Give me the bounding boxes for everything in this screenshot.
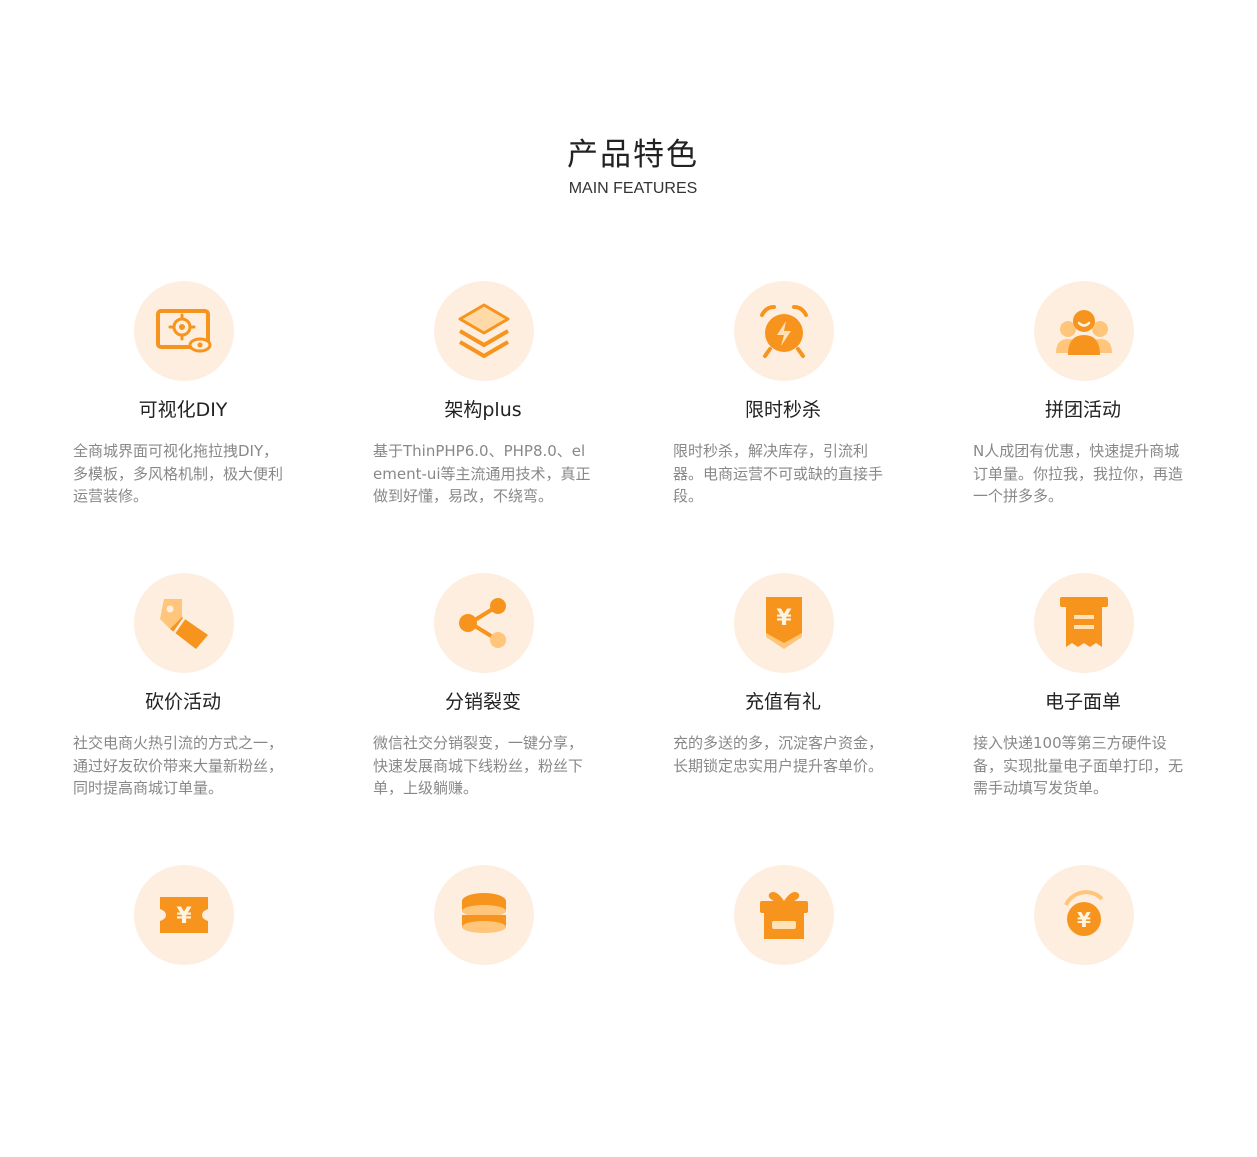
receipt-icon bbox=[1060, 597, 1108, 647]
svg-text:¥: ¥ bbox=[1077, 908, 1091, 932]
feature-card-group-buy: 拼团活动 N人成团有优惠，快速提升商城订单量。你拉我，我拉你，再造一个拼多多。 bbox=[973, 281, 1257, 573]
section-title: 产品特色 bbox=[567, 137, 699, 173]
feature-icon-wrap bbox=[734, 281, 834, 381]
group-users-icon bbox=[1056, 310, 1112, 355]
feature-card-cashback: ¥ bbox=[973, 865, 1257, 1157]
feature-card-distribution: 分销裂变 微信社交分销裂变，一键分享，快速发展商城下线粉丝，粉丝下单，上级躺赚。 bbox=[373, 573, 673, 865]
feature-title: 分销裂变 bbox=[444, 691, 521, 713]
feature-desc: 微信社交分销裂变，一键分享，快速发展商城下线粉丝，粉丝下单，上级躺赚。 bbox=[373, 734, 584, 797]
feature-icon-wrap bbox=[1034, 281, 1134, 381]
feature-card-coupon: ¥ bbox=[73, 865, 373, 1157]
layers-icon bbox=[458, 303, 510, 358]
feature-desc: 接入快递100等第三方硬件设备，实现批量电子面单打印，无需手动填写发货单。 bbox=[973, 734, 1184, 797]
feature-desc: N人成团有优惠，快速提升商城订单量。你拉我，我拉你，再造一个拼多多。 bbox=[973, 442, 1184, 505]
svg-text:¥: ¥ bbox=[176, 904, 192, 929]
svg-text:¥: ¥ bbox=[776, 606, 792, 631]
yuan-badge-icon: ¥ bbox=[766, 597, 802, 649]
coin-stack-icon bbox=[462, 893, 506, 933]
feature-card-flash-sale: 限时秒杀 限时秒杀，解决库存，引流利器。电商运营不可或缺的直接手段。 bbox=[673, 281, 973, 573]
monitor-gear-icon bbox=[156, 309, 212, 353]
feature-icon-wrap bbox=[1034, 573, 1134, 673]
feature-card-gift bbox=[673, 865, 973, 1157]
feature-icon-wrap bbox=[434, 865, 534, 965]
feature-desc: 限时秒杀，解决库存，引流利器。电商运营不可或缺的直接手段。 bbox=[673, 442, 884, 505]
feature-title: 砍价活动 bbox=[144, 691, 221, 713]
feature-title: 电子面单 bbox=[1044, 691, 1121, 713]
feature-desc: 充的多送的多，沉淀客户资金，长期锁定忠实用户提升客单价。 bbox=[673, 734, 884, 775]
section-header: 产品特色 MAIN FEATURES bbox=[0, 132, 1257, 200]
feature-title: 限时秒杀 bbox=[744, 399, 821, 421]
price-tag-icon bbox=[160, 599, 208, 649]
feature-title: 拼团活动 bbox=[1044, 399, 1121, 421]
feature-icon-wrap bbox=[734, 865, 834, 965]
feature-title: 架构plus bbox=[444, 399, 522, 421]
feature-icon-wrap bbox=[134, 573, 234, 673]
alarm-clock-icon bbox=[760, 305, 808, 358]
feature-card-recharge: ¥ 充值有礼 充的多送的多，沉淀客户资金，长期锁定忠实用户提升客单价。 bbox=[673, 573, 973, 865]
feature-card-bargain: 砍价活动 社交电商火热引流的方式之一，通过好友砍价带来大量新粉丝，同时提高商城订… bbox=[73, 573, 373, 865]
feature-icon-wrap bbox=[434, 281, 534, 381]
section-subtitle: MAIN FEATURES bbox=[568, 180, 698, 197]
feature-icon-wrap: ¥ bbox=[1034, 865, 1134, 965]
feature-card-points bbox=[373, 865, 673, 1157]
feature-card-e-waybill: 电子面单 接入快递100等第三方硬件设备，实现批量电子面单打印，无需手动填写发货… bbox=[973, 573, 1257, 865]
yuan-coin-icon: ¥ bbox=[1064, 890, 1104, 936]
feature-title: 充值有礼 bbox=[744, 691, 821, 713]
feature-icon-wrap: ¥ bbox=[134, 865, 234, 965]
gift-box-icon bbox=[760, 892, 808, 939]
feature-desc: 社交电商火热引流的方式之一，通过好友砍价带来大量新粉丝，同时提高商城订单量。 bbox=[73, 734, 284, 797]
feature-desc: 全商城界面可视化拖拉拽DIY，多模板，多风格机制，极大便利运营装修。 bbox=[73, 442, 284, 505]
feature-desc: 基于ThinPHP6.0、PHP8.0、element-ui等主流通用技术，真正… bbox=[373, 442, 591, 505]
feature-title: 可视化DIY bbox=[138, 399, 228, 421]
share-icon bbox=[459, 598, 506, 648]
feature-card-architecture: 架构plus 基于ThinPHP6.0、PHP8.0、element-ui等主流… bbox=[373, 281, 673, 573]
feature-icon-wrap bbox=[134, 281, 234, 381]
features-grid: 可视化DIY 全商城界面可视化拖拉拽DIY，多模板，多风格机制，极大便利运营装修… bbox=[73, 281, 1257, 1157]
yuan-coupon-icon: ¥ bbox=[160, 897, 208, 933]
feature-icon-wrap: ¥ bbox=[734, 573, 834, 673]
feature-card-visual-diy: 可视化DIY 全商城界面可视化拖拉拽DIY，多模板，多风格机制，极大便利运营装修… bbox=[73, 281, 373, 573]
feature-icon-wrap bbox=[434, 573, 534, 673]
